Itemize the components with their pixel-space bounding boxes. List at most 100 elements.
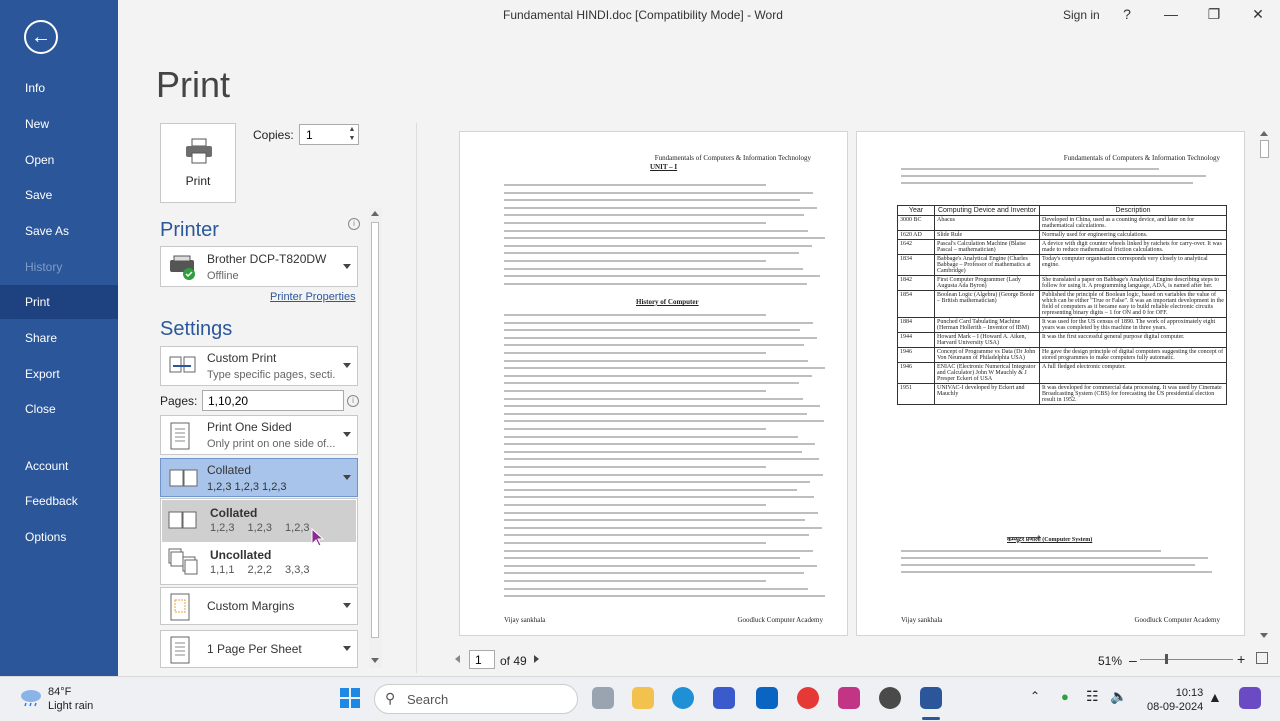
nav-account[interactable]: Account [0,449,118,483]
sides-subtitle: Only print on one side of... [207,438,335,450]
print-button[interactable]: Print [160,123,236,203]
copilot-icon[interactable] [1239,687,1261,709]
table-row: 1946 ENIAC (Electronic Numerical Integrat… [897,362,1227,384]
next-page-icon[interactable] [534,655,539,663]
zoom-in-icon[interactable]: + [1237,651,1245,667]
text-line [504,275,820,278]
help-icon[interactable]: ? [1114,4,1140,24]
table-cell: Abacus [934,215,1040,231]
windows-start-icon[interactable] [339,687,361,709]
info-icon[interactable]: i [347,395,359,407]
network-icon[interactable]: ☷ [1086,688,1099,705]
weather-widget[interactable]: 84°F Light rain [48,685,93,713]
pages-per-sheet-dropdown[interactable]: 1 Page Per Sheet [160,630,358,668]
minimize-icon[interactable]: — [1158,4,1184,24]
previous-page-icon[interactable] [455,655,460,663]
preview-page-2: Fundamentals of Computers & Information … [856,131,1245,636]
table-header: Description [1039,205,1227,216]
scroll-up-icon[interactable] [371,211,379,216]
pages-input[interactable] [202,390,344,411]
clock[interactable]: 10:13 08-09-2024 [1147,686,1203,714]
info-icon[interactable]: i [348,218,360,230]
microphone-icon[interactable]: ● [1061,689,1069,704]
settings-scrollbar[interactable] [369,208,382,668]
history-table: Year Computing Device and Inventor Descrip… [897,205,1227,405]
zoom-level[interactable]: 51% [1098,654,1122,668]
chevron-up-icon[interactable]: ⌃ [1030,689,1040,703]
scroll-thumb[interactable] [371,222,379,638]
table-cell: ENIAC (Electronic Numerical Integrator a… [934,362,1040,384]
sign-in-link[interactable]: Sign in [1063,8,1100,22]
nav-share[interactable]: Share [0,321,118,355]
zoom-out-icon[interactable]: – [1129,652,1137,668]
nav-open[interactable]: Open [0,143,118,177]
text-line [504,199,800,202]
notification-bell-icon[interactable]: ▲ [1208,689,1222,705]
taskbar-search[interactable]: ⚲ Search [374,684,578,714]
nav-save-as[interactable]: Save As [0,214,118,248]
nav-options[interactable]: Options [0,520,118,554]
sides-dropdown[interactable]: Print One Sided Only print on one side o… [160,415,358,455]
nav-info[interactable]: Info [0,71,118,105]
nav-print[interactable]: Print [0,285,118,319]
scroll-down-icon[interactable] [371,658,379,663]
volume-icon[interactable]: 🔈 [1110,688,1127,705]
text-line [504,595,825,598]
store-icon[interactable] [713,687,735,709]
zoom-to-page-icon[interactable] [1256,652,1268,664]
preview-scrollbar[interactable] [1258,128,1271,643]
file-explorer-icon[interactable] [632,687,654,709]
collation-dropdown[interactable]: Collated 1,2,3 1,2,3 1,2,3 [160,458,358,497]
word-icon[interactable] [920,687,942,709]
option-uncollated[interactable]: Uncollated 1,1,1 2,2,2 3,3,3 [162,542,356,584]
zoom-slider[interactable] [1140,659,1233,660]
table-cell: UNIVAC-I developed by Eckert and Mauchly [934,383,1040,405]
time: 10:13 [1175,687,1204,699]
text-line [504,504,766,506]
text-line [504,244,812,247]
scroll-up-icon[interactable] [1260,131,1268,136]
page-number-input[interactable] [469,650,495,669]
table-cell: 1620 AD [897,230,935,240]
temperature: 84°F [48,686,72,698]
edge-icon[interactable] [672,687,694,709]
table-cell: 1834 [897,254,935,276]
footer-right: Goodluck Computer Academy [737,616,823,624]
text-line [504,572,804,575]
table-cell: 1944 [897,332,935,348]
outlook-icon[interactable] [756,687,778,709]
preview-page-1: Fundamentals of Computers & Information … [459,131,848,636]
text-line [504,466,766,468]
table-cell: It was developed for commercial data pro… [1039,383,1227,405]
nav-close[interactable]: Close [0,392,118,426]
text-line [504,542,766,544]
print-range-dropdown[interactable]: Custom Print Type specific pages, secti.… [160,346,358,386]
copies-spinner[interactable]: ▲ ▼ [346,125,358,144]
restore-icon[interactable]: ❐ [1201,4,1227,24]
nav-save[interactable]: Save [0,178,118,212]
nav-new[interactable]: New [0,107,118,141]
uncollated-icon [168,548,198,575]
scroll-down-icon[interactable] [1260,633,1268,638]
scroll-thumb[interactable] [1260,140,1269,158]
printer-properties-link[interactable]: Printer Properties [270,291,356,303]
table-cell: 1951 [897,383,935,405]
table-row: 1944 Howard Mark – I (Howard A. Aiken, Ha… [897,332,1227,348]
table-row: 1642 Pascal's Calculation Machine (Blaise… [897,239,1227,255]
nav-feedback[interactable]: Feedback [0,484,118,518]
table-row: 1884 Punched Card Tabulating Machine (Her… [897,317,1227,333]
back-arrow-icon[interactable]: ← [24,20,58,54]
task-view-icon[interactable] [592,687,614,709]
table-cell: Published the principle of Boolean logic… [1039,290,1227,318]
table-cell: Punched Card Tabulating Machine (Herman … [934,317,1040,333]
zoom-slider-thumb[interactable] [1165,654,1168,664]
instagram-icon[interactable] [838,687,860,709]
nav-export[interactable]: Export [0,357,118,391]
close-icon[interactable]: ✕ [1245,4,1271,24]
text-line [901,564,1195,566]
chrome-icon[interactable] [797,687,819,709]
obs-icon[interactable] [879,687,901,709]
option-collated[interactable]: Collated 1,2,3 1,2,3 1,2,3 [162,500,356,542]
printer-dropdown[interactable]: Brother DCP-T820DW Offline [160,246,358,287]
margins-dropdown[interactable]: Custom Margins [160,587,358,625]
